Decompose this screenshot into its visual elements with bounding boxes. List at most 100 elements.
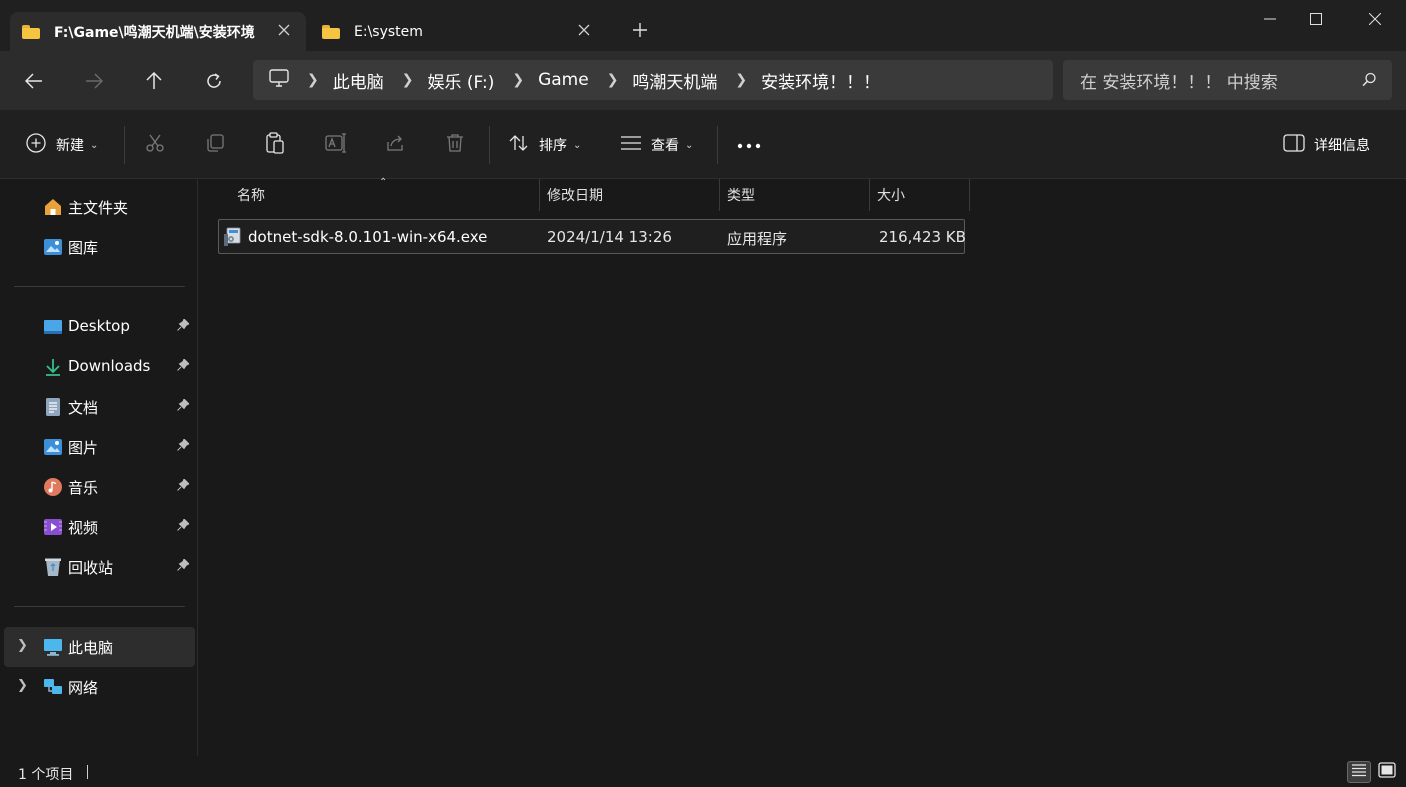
column-header-size[interactable]: 大小 <box>877 179 905 211</box>
column-divider[interactable] <box>539 179 540 211</box>
sort-ascending-icon: ⌃ <box>379 177 388 188</box>
column-divider[interactable] <box>969 179 970 211</box>
new-tab-button[interactable] <box>628 19 652 43</box>
sidebar-item-home[interactable]: 主文件夹 <box>0 187 196 227</box>
tab-active[interactable]: F:\Game\鸣潮天机端\安装环境 <box>10 12 306 51</box>
search-placeholder: 在 安装环境！！！ 中搜索 <box>1080 72 1278 93</box>
sidebar-item-desktop[interactable]: Desktop <box>0 307 196 347</box>
share-icon <box>385 133 405 157</box>
maximize-button[interactable] <box>1293 0 1339 38</box>
downloads-icon <box>43 357 63 377</box>
trash-icon <box>445 133 465 157</box>
breadcrumb-this-pc[interactable]: 此电脑 <box>333 68 384 93</box>
sidebar-item-recycle-bin[interactable]: 回收站 <box>0 547 196 587</box>
sidebar-item-label: 图片 <box>68 439 99 457</box>
sort-button[interactable]: 排序 ⌄ <box>509 132 581 158</box>
details-view-button[interactable] <box>1347 761 1371 783</box>
column-divider[interactable] <box>869 179 870 211</box>
pin-icon[interactable] <box>177 358 190 374</box>
folder-icon <box>22 24 40 39</box>
clipboard-icon <box>265 132 285 158</box>
sidebar-item-label: Desktop <box>68 317 130 335</box>
forward-button[interactable] <box>78 65 110 97</box>
up-button[interactable] <box>138 65 170 97</box>
sidebar-item-network[interactable]: ❯ 网络 <box>0 667 196 707</box>
more-options-button[interactable] <box>737 132 761 158</box>
file-modified: 2024/1/14 13:26 <box>547 228 672 246</box>
pin-icon[interactable] <box>177 318 190 334</box>
this-pc-icon <box>43 637 63 657</box>
tab-inactive[interactable]: E:\system <box>310 12 606 51</box>
network-icon <box>43 677 63 697</box>
sidebar-divider <box>14 286 185 287</box>
chevron-down-icon: ⌄ <box>685 139 694 151</box>
tiles-view-icon <box>1378 762 1396 782</box>
column-header-modified[interactable]: 修改日期 <box>547 179 603 211</box>
chevron-right-icon[interactable]: ❯ <box>607 72 619 88</box>
sidebar-item-this-pc[interactable]: ❯ 此电脑 <box>4 627 195 667</box>
scissors-icon <box>145 133 165 157</box>
status-divider <box>87 765 88 779</box>
pin-icon[interactable] <box>177 398 190 414</box>
file-name[interactable]: dotnet-sdk-8.0.101-win-x64.exe <box>248 228 487 246</box>
paste-button[interactable] <box>265 132 285 158</box>
tab-label: F:\Game\鸣潮天机端\安装环境 <box>54 24 255 41</box>
sidebar-item-label: 文档 <box>68 399 99 417</box>
folder-icon <box>322 24 340 39</box>
pin-icon[interactable] <box>177 518 190 534</box>
chevron-right-icon[interactable]: ❯ <box>402 72 414 88</box>
delete-button[interactable] <box>445 132 465 158</box>
cut-button[interactable] <box>145 132 165 158</box>
sidebar-item-documents[interactable]: 文档 <box>0 387 196 427</box>
chevron-right-icon[interactable]: ❯ <box>17 678 28 693</box>
close-tab-icon[interactable] <box>276 23 292 39</box>
toolbar-divider <box>717 126 718 164</box>
toolbar-divider <box>124 126 125 164</box>
details-pane-button[interactable]: 详细信息 <box>1283 132 1370 158</box>
gallery-icon <box>43 237 63 257</box>
pin-icon[interactable] <box>177 558 190 574</box>
chevron-right-icon[interactable]: ❯ <box>512 72 524 88</box>
column-divider[interactable] <box>719 179 720 211</box>
command-bar: 新建 ⌄ 排序 ⌄ 查看 ⌄ 详细信息 <box>0 110 1406 179</box>
sort-label: 排序 <box>539 138 567 154</box>
sidebar-item-gallery[interactable]: 图库 <box>0 227 196 267</box>
close-tab-icon[interactable] <box>576 23 592 39</box>
view-button[interactable]: 查看 ⌄ <box>621 132 693 158</box>
back-button[interactable] <box>18 65 50 97</box>
breadcrumb-current[interactable]: 安装环境！！！ <box>761 68 880 93</box>
address-bar[interactable]: ❯ 此电脑 ❯ 娱乐 (F:) ❯ Game ❯ 鸣潮天机端 ❯ 安装环境！！！ <box>253 60 1053 100</box>
monitor-icon <box>269 69 289 91</box>
pin-icon[interactable] <box>177 478 190 494</box>
sidebar-item-pictures[interactable]: 图片 <box>0 427 196 467</box>
column-header-name[interactable]: 名称 <box>237 179 265 211</box>
sidebar-item-music[interactable]: 音乐 <box>0 467 196 507</box>
chevron-right-icon[interactable]: ❯ <box>17 638 28 653</box>
sidebar-item-videos[interactable]: 视频 <box>0 507 196 547</box>
chevron-right-icon[interactable]: ❯ <box>307 72 319 88</box>
table-row[interactable]: dotnet-sdk-8.0.101-win-x64.exe 2024/1/14… <box>218 219 966 254</box>
share-button[interactable] <box>385 132 405 158</box>
breadcrumb-folder[interactable]: 鸣潮天机端 <box>632 68 717 93</box>
sidebar-item-label: 主文件夹 <box>68 199 129 217</box>
large-icons-view-button[interactable] <box>1375 761 1399 783</box>
new-button[interactable]: 新建 ⌄ <box>26 132 98 158</box>
pin-icon[interactable] <box>177 438 190 454</box>
breadcrumb-drive[interactable]: 娱乐 (F:) <box>427 68 494 93</box>
refresh-button[interactable] <box>198 65 230 97</box>
close-window-button[interactable] <box>1352 0 1398 38</box>
item-count: 1 个项目 <box>18 767 74 783</box>
breadcrumb-game[interactable]: Game <box>538 70 589 90</box>
installer-icon <box>223 227 243 251</box>
sidebar-item-downloads[interactable]: Downloads <box>0 347 196 387</box>
rename-button[interactable] <box>325 132 347 158</box>
tab-label: E:\system <box>354 23 423 40</box>
sidebar-item-label: Downloads <box>68 357 151 375</box>
copy-button[interactable] <box>205 132 225 158</box>
sidebar-divider <box>14 606 185 607</box>
column-header-type[interactable]: 类型 <box>727 179 755 211</box>
search-input[interactable]: 在 安装环境！！！ 中搜索 <box>1063 60 1392 100</box>
details-label: 详细信息 <box>1314 138 1370 154</box>
minimize-button[interactable] <box>1247 0 1293 38</box>
chevron-right-icon[interactable]: ❯ <box>735 72 747 88</box>
